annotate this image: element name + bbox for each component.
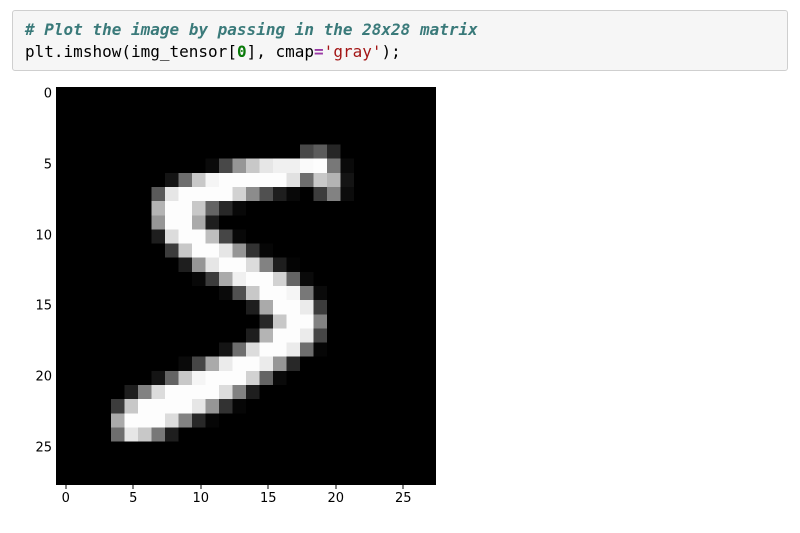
x-tick-mark xyxy=(403,485,404,489)
tok-imshow: imshow xyxy=(64,42,122,61)
x-tick-mark xyxy=(65,485,66,489)
tok-equals: = xyxy=(314,42,324,61)
x-tick-mark xyxy=(133,485,134,489)
y-axis: 0 5 10 15 20 25 xyxy=(26,87,56,483)
notebook-page: # Plot the image by passing in the 28x28… xyxy=(0,0,800,533)
x-tick-label: 0 xyxy=(62,491,70,506)
x-tick-mark xyxy=(200,485,201,489)
y-tick-label: 25 xyxy=(35,440,52,455)
y-tick-label: 10 xyxy=(35,228,52,243)
tok-lparen: ( xyxy=(121,42,131,61)
x-tick-label: 5 xyxy=(129,491,137,506)
x-tick-label: 10 xyxy=(192,491,209,506)
y-tick-label: 5 xyxy=(44,157,52,172)
tok-rparen: ) xyxy=(381,42,391,61)
x-axis: 0 5 10 15 20 25 xyxy=(58,485,438,509)
tok-dot: . xyxy=(54,42,64,61)
tok-str-gray: gray xyxy=(333,42,372,61)
plot-output: 0 5 10 15 20 25 0 5 10 15 20 25 xyxy=(26,87,436,509)
y-tick-label: 15 xyxy=(35,299,52,314)
tok-rbracket: ] xyxy=(247,42,257,61)
code-cell[interactable]: # Plot the image by passing in the 28x28… xyxy=(12,10,788,71)
tok-semi: ; xyxy=(391,42,401,61)
tok-img-tensor: img_tensor xyxy=(131,42,227,61)
tok-cmap: cmap xyxy=(276,42,315,61)
x-tick-label: 25 xyxy=(395,491,412,506)
tok-comma: , xyxy=(256,42,275,61)
code-comment: # Plot the image by passing in the 28x28… xyxy=(25,20,478,39)
tok-str-open: ' xyxy=(324,42,334,61)
x-tick-mark xyxy=(268,485,269,489)
x-tick-label: 15 xyxy=(260,491,277,506)
x-tick-label: 20 xyxy=(327,491,344,506)
y-tick-label: 20 xyxy=(35,370,52,385)
y-tick-label: 0 xyxy=(44,87,52,102)
tok-plt: plt xyxy=(25,42,54,61)
x-tick-mark xyxy=(335,485,336,489)
heatmap-axes xyxy=(56,87,436,485)
heatmap-image xyxy=(57,88,435,484)
tok-zero: 0 xyxy=(237,42,247,61)
tok-lbracket: [ xyxy=(227,42,237,61)
